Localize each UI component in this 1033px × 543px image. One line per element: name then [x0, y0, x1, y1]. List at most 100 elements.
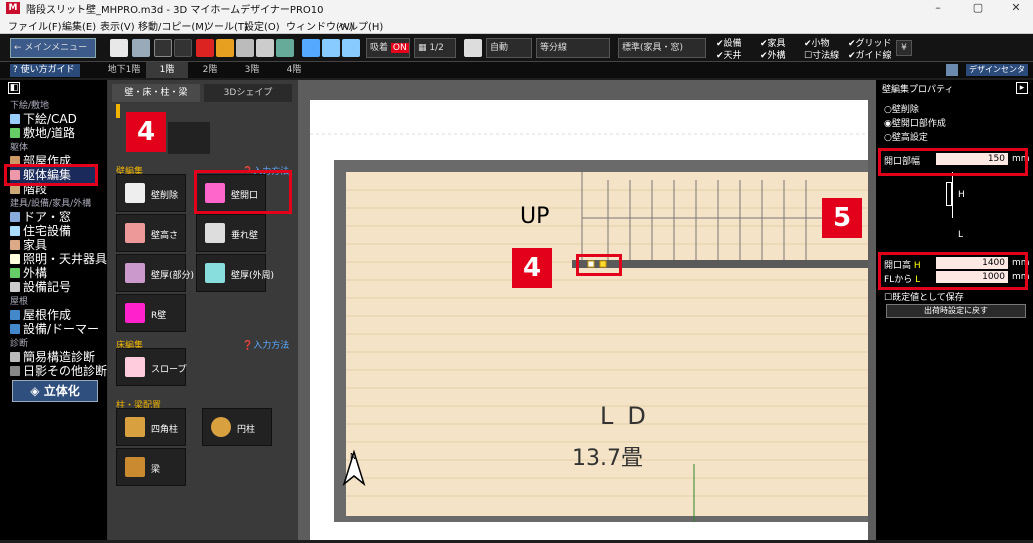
panel-tabs: 壁・床・柱・梁 3Dシェイプ	[112, 84, 294, 102]
stairs-up-label: UP	[520, 204, 550, 229]
diagram-line	[952, 172, 953, 218]
tab-floor-1[interactable]: 1階	[146, 62, 188, 78]
toggle-dimensions[interactable]: ☐寸法線	[804, 48, 839, 61]
tool-label: 梁	[151, 465, 161, 475]
toggle-ceiling[interactable]: ✔天井	[716, 48, 742, 61]
multi-select-icon[interactable]	[132, 39, 150, 57]
room-name: LD	[600, 402, 660, 430]
site-icon	[10, 128, 20, 138]
option-wall-opening[interactable]: ◉壁開口部作成	[884, 116, 946, 129]
tab-floor-4[interactable]: 4階	[274, 62, 314, 78]
howto-label: 入力方法	[253, 341, 290, 351]
hanging-wall-icon	[205, 223, 225, 243]
display-icon[interactable]	[946, 64, 958, 76]
close-button[interactable]: ✕	[996, 0, 1033, 16]
tab-floor-3[interactable]: 3階	[232, 62, 272, 78]
grid-scale-select[interactable]: ▦ 1/2	[414, 38, 456, 58]
roof-icon	[10, 310, 20, 320]
undo-icon[interactable]	[154, 39, 172, 57]
tool-label: 壁厚(外周)	[231, 271, 275, 281]
print-icon[interactable]	[256, 39, 274, 57]
floor-tab-row: ? 使い方ガイド 地下1階 1階 2階 3階 4階 デザインセンター	[0, 62, 1033, 86]
tool-wall-thickness-partial[interactable]: 壁厚(部分)	[116, 254, 194, 292]
design-center-button[interactable]: デザインセンター	[966, 64, 1028, 86]
select-arrow-icon[interactable]	[110, 39, 128, 57]
canvas-area: UP LD 13.7畳 N	[298, 80, 876, 540]
chevron-down-icon[interactable]: ¥	[896, 40, 912, 56]
toggle-label: 天井	[723, 51, 742, 61]
maximize-button[interactable]: ▢	[958, 0, 998, 16]
tool-label: 壁削除	[151, 191, 179, 201]
menu-settings[interactable]: 設定(O)	[244, 18, 280, 33]
tool-label: 壁厚(部分)	[151, 271, 195, 281]
zoom-out-icon[interactable]	[342, 39, 360, 57]
grid-scale-value: 1/2	[429, 43, 444, 53]
snap-toggle[interactable]: 吸着 ON	[366, 38, 410, 58]
line-tool-icon[interactable]	[464, 39, 482, 57]
usage-guide-button[interactable]: ? 使い方ガイド	[10, 64, 80, 77]
highlight-frame-edit	[4, 164, 98, 186]
wall-thickness-outer-icon	[205, 263, 225, 283]
main-menu-button[interactable]: ← メインメニュー	[10, 38, 96, 58]
tab-floor-b1[interactable]: 地下1階	[104, 62, 144, 78]
tool-square-column[interactable]: 四角柱	[116, 408, 186, 446]
left-navigation: ◧ 下絵/敷地 下絵/CAD 敷地/道路 躯体 部屋作成 躯体編集 階段 建具/…	[0, 80, 108, 540]
division-label: 等分線	[540, 43, 568, 53]
delete-icon[interactable]	[196, 39, 214, 57]
tool-label: スロープ	[151, 365, 187, 375]
nav-label: 日影その他診断	[23, 364, 108, 378]
menu-tools[interactable]: ツール(T)	[204, 18, 248, 33]
open-folder-icon[interactable]	[216, 39, 234, 57]
menu-view[interactable]: 表示(V)	[100, 18, 135, 33]
toggle-exterior[interactable]: ✔外構	[760, 48, 786, 61]
tool-wall-height[interactable]: 壁高さ	[116, 214, 186, 252]
menu-file[interactable]: ファイル(F)	[8, 18, 62, 33]
collapse-panel-icon[interactable]: ◧	[8, 82, 20, 94]
nav-item-site[interactable]: 敷地/道路	[10, 124, 75, 141]
menu-help[interactable]: ヘルプ(H)	[338, 18, 383, 33]
tool-round-column[interactable]: 円柱	[202, 408, 272, 446]
tool-hanging-wall[interactable]: 垂れ壁	[196, 214, 266, 252]
checkbox-icon: ☐	[884, 293, 893, 303]
save-icon[interactable]	[236, 39, 254, 57]
tool-slope[interactable]: スロープ	[116, 348, 186, 386]
toggle-guide[interactable]: ✔ガイド線	[848, 48, 892, 61]
beam-icon	[125, 457, 145, 477]
tool-beam[interactable]: 梁	[116, 448, 186, 486]
minimize-button[interactable]: –	[918, 0, 958, 16]
tab-3d-shape[interactable]: 3Dシェイプ	[204, 84, 292, 102]
floor-plan-canvas[interactable]: UP LD 13.7畳 N	[310, 100, 868, 540]
square-column-icon	[125, 417, 145, 437]
image-icon[interactable]	[276, 39, 294, 57]
zoom-fit-icon[interactable]	[302, 39, 320, 57]
auto-select[interactable]: 自動	[486, 38, 532, 58]
grid-icon: ▦	[418, 43, 427, 53]
floor-howto-link[interactable]: ❓入力方法	[242, 338, 289, 351]
option-wall-delete[interactable]: ○壁削除	[884, 102, 919, 115]
restore-defaults-button[interactable]: 出荷時設定に戻す	[886, 304, 1026, 318]
nav-item-symbol[interactable]: 設備記号	[10, 278, 71, 295]
highlight-opening-marker	[576, 254, 622, 276]
round-column-icon	[211, 417, 231, 437]
tool-wall-delete[interactable]: 壁削除	[116, 174, 186, 212]
option-wall-height[interactable]: ○壁高設定	[884, 130, 928, 143]
highlight-opening-width	[878, 148, 1028, 176]
standard-layer-select[interactable]: 標準(家具・窓)	[618, 38, 706, 58]
redo-icon[interactable]	[174, 39, 192, 57]
checkbox-label: 既定値として保存	[892, 293, 964, 303]
props-toggle-icon[interactable]: ▸	[1016, 82, 1028, 94]
tool-wall-thickness-outer[interactable]: 壁厚(外周)	[196, 254, 274, 292]
render-label: 立体化	[43, 384, 80, 398]
tab-floor-2[interactable]: 2階	[190, 62, 230, 78]
menu-edit[interactable]: 編集(E)	[62, 18, 96, 33]
division-line-select[interactable]: 等分線	[536, 38, 610, 58]
tool-label: 円柱	[237, 425, 256, 435]
render-3d-button[interactable]: ◈ 立体化	[12, 380, 98, 402]
keep-default-checkbox[interactable]: ☐既定値として保存	[884, 290, 964, 303]
nav-item-dormer[interactable]: 設備/ドーマー	[10, 320, 99, 337]
menu-move-copy[interactable]: 移動/コピー(M)	[138, 18, 208, 33]
tool-r-wall[interactable]: R壁	[116, 294, 186, 332]
nav-item-shadow[interactable]: 日影その他診断	[10, 362, 107, 379]
zoom-in-icon[interactable]	[322, 39, 340, 57]
tab-wall-floor[interactable]: 壁・床・柱・梁	[112, 84, 200, 102]
